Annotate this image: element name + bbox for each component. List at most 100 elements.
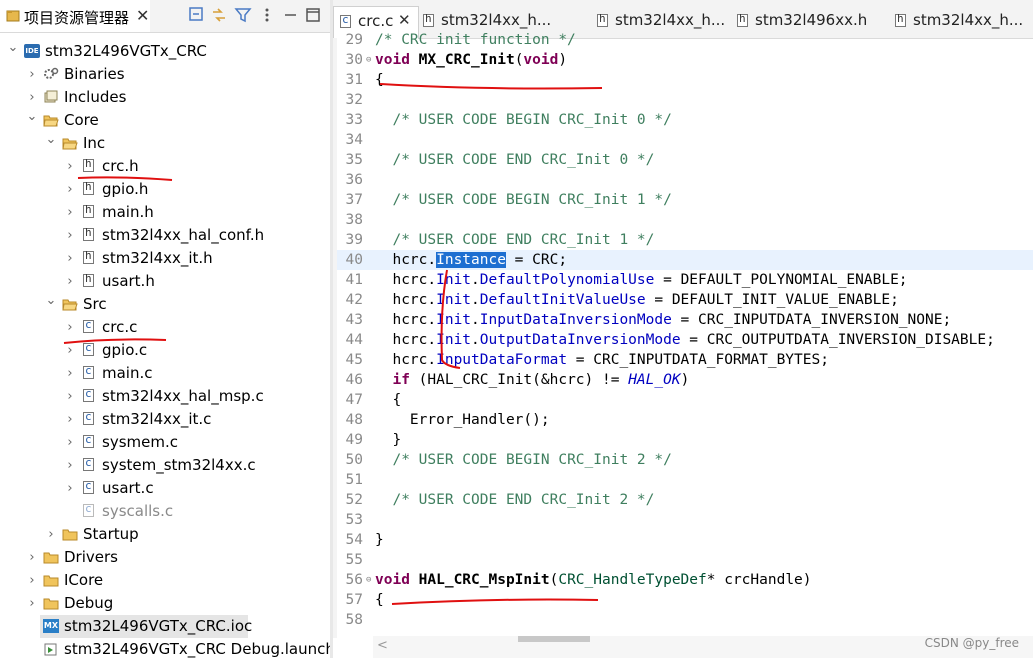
- collapse-chevron-icon[interactable]: ›: [44, 523, 58, 546]
- collapse-chevron-icon[interactable]: ›: [63, 339, 77, 362]
- code-line[interactable]: }: [375, 430, 401, 450]
- code-line[interactable]: hcrc.InputDataFormat = CRC_INPUTDATA_FOR…: [375, 350, 829, 370]
- code-line[interactable]: /* USER CODE BEGIN CRC_Init 0 */: [375, 110, 671, 130]
- tree-item[interactable]: › gpio.h: [0, 178, 330, 201]
- tree-item[interactable]: › crc.h: [0, 155, 330, 178]
- tree-item[interactable]: › sysmem.c: [0, 431, 330, 454]
- code-line[interactable]: {: [375, 70, 384, 90]
- code-token: {: [375, 392, 402, 408]
- expand-chevron-icon[interactable]: ⌄: [6, 40, 20, 63]
- expand-chevron-icon[interactable]: ⌄: [44, 132, 58, 155]
- code-line[interactable]: /* USER CODE END CRC_Init 2 */: [375, 490, 654, 510]
- editor-tab[interactable]: stm32l4xx_h...: [591, 6, 731, 38]
- collapse-chevron-icon[interactable]: ›: [63, 431, 77, 454]
- tree-item[interactable]: stm32L496VGTx_CRC Debug.launch: [0, 638, 330, 658]
- tree-item-label: stm32l4xx_it.h: [102, 249, 213, 267]
- tree-item[interactable]: › stm32l4xx_it.c: [0, 408, 330, 431]
- tree-item[interactable]: › stm32l4xx_hal_conf.h: [0, 224, 330, 247]
- collapse-chevron-icon[interactable]: ›: [63, 224, 77, 247]
- collapse-chevron-icon[interactable]: ›: [25, 86, 39, 109]
- tree-item[interactable]: › Includes: [0, 86, 330, 109]
- close-tab-icon[interactable]: ✕: [398, 11, 411, 29]
- tree-item[interactable]: › stm32l4xx_it.h: [0, 247, 330, 270]
- collapse-chevron-icon[interactable]: ›: [63, 247, 77, 270]
- code-line[interactable]: hcrc.Init.DefaultInitValueUse = DEFAULT_…: [375, 290, 898, 310]
- editor-tab[interactable]: stm32l496xx.h: [731, 6, 889, 38]
- tree-item[interactable]: ⌄ Core: [0, 109, 330, 132]
- tree-item[interactable]: › usart.h: [0, 270, 330, 293]
- tree-item[interactable]: › system_stm32l4xx.c: [0, 454, 330, 477]
- fold-toggle-icon[interactable]: ⊖: [366, 570, 371, 590]
- line-number: 57: [345, 592, 363, 608]
- minimize-icon[interactable]: [282, 6, 300, 24]
- code-line[interactable]: hcrc.Instance = CRC;: [375, 250, 567, 270]
- collapse-chevron-icon[interactable]: ›: [63, 362, 77, 385]
- editor-tab-label: crc.c: [358, 12, 394, 30]
- view-menu-icon[interactable]: [258, 6, 276, 24]
- line-number: 44: [345, 332, 363, 348]
- tree-item[interactable]: › Startup: [0, 523, 330, 546]
- tree-item[interactable]: › Drivers: [0, 546, 330, 569]
- collapse-chevron-icon[interactable]: ›: [63, 155, 77, 178]
- tree-item[interactable]: › gpio.c: [0, 339, 330, 362]
- collapse-chevron-icon[interactable]: ›: [25, 592, 39, 615]
- code-line[interactable]: Error_Handler();: [375, 410, 550, 430]
- collapse-all-icon[interactable]: [188, 6, 206, 24]
- tree-item[interactable]: ⌄ Inc: [0, 132, 330, 155]
- code-token: = CRC;: [505, 252, 568, 268]
- collapse-chevron-icon[interactable]: ›: [25, 569, 39, 592]
- code-token: MX_CRC_Init: [418, 52, 515, 68]
- collapse-chevron-icon[interactable]: ›: [63, 408, 77, 431]
- tree-item[interactable]: ⌄ IDE stm32L496VGTx_CRC: [0, 40, 330, 63]
- tree-item[interactable]: › usart.c: [0, 477, 330, 500]
- tree-item[interactable]: › Debug: [0, 592, 330, 615]
- collapse-chevron-icon[interactable]: ›: [63, 178, 77, 201]
- code-line[interactable]: {: [375, 590, 384, 610]
- code-line[interactable]: /* CRC init function */: [375, 30, 576, 50]
- scroll-left-icon[interactable]: <: [377, 638, 388, 653]
- collapse-chevron-icon[interactable]: ›: [63, 270, 77, 293]
- code-line[interactable]: /* USER CODE END CRC_Init 0 */: [375, 150, 654, 170]
- expand-chevron-icon[interactable]: ⌄: [25, 109, 39, 132]
- folder-icon: [43, 550, 59, 565]
- link-editor-icon[interactable]: [210, 6, 228, 24]
- collapse-chevron-icon[interactable]: ›: [63, 454, 77, 477]
- maximize-icon[interactable]: [304, 6, 322, 24]
- collapse-chevron-icon[interactable]: ›: [63, 201, 77, 224]
- collapse-chevron-icon[interactable]: ›: [63, 316, 77, 339]
- collapse-chevron-icon[interactable]: ›: [63, 385, 77, 408]
- code-line[interactable]: /* USER CODE BEGIN CRC_Init 2 */: [375, 450, 671, 470]
- tree-item[interactable]: › main.c: [0, 362, 330, 385]
- tree-item[interactable]: › Binaries: [0, 63, 330, 86]
- tree-item[interactable]: › ICore: [0, 569, 330, 592]
- tree-item[interactable]: ⌄ Src: [0, 293, 330, 316]
- code-line[interactable]: /* USER CODE BEGIN CRC_Init 1 */: [375, 190, 671, 210]
- tree-item[interactable]: syscalls.c: [0, 500, 330, 523]
- tree-item[interactable]: › stm32l4xx_hal_msp.c: [0, 385, 330, 408]
- code-line[interactable]: hcrc.Init.InputDataInversionMode = CRC_I…: [375, 310, 951, 330]
- tree-item[interactable]: › crc.c: [0, 316, 330, 339]
- line-number: 53: [345, 512, 363, 528]
- expand-chevron-icon[interactable]: ⌄: [44, 293, 58, 316]
- collapse-chevron-icon[interactable]: ›: [63, 477, 77, 500]
- fold-toggle-icon[interactable]: ⊖: [366, 50, 371, 70]
- code-line[interactable]: if (HAL_CRC_Init(&hcrc) != HAL_OK): [375, 370, 689, 390]
- tree-item[interactable]: › main.h: [0, 201, 330, 224]
- filter-icon[interactable]: [234, 6, 252, 24]
- code-line[interactable]: void MX_CRC_Init(void): [375, 50, 567, 70]
- code-line[interactable]: }: [375, 530, 384, 550]
- close-icon[interactable]: ✕: [136, 6, 149, 25]
- code-token: hcrc.: [375, 252, 437, 268]
- code-line[interactable]: void HAL_CRC_MspInit(CRC_HandleTypeDef* …: [375, 570, 812, 590]
- code-line[interactable]: hcrc.Init.DefaultPolynomialUse = DEFAULT…: [375, 270, 907, 290]
- code-line[interactable]: /* USER CODE END CRC_Init 1 */: [375, 230, 654, 250]
- tree-item[interactable]: MX stm32L496VGTx_CRC.ioc: [40, 615, 252, 638]
- code-line[interactable]: hcrc.Init.OutputDataInversionMode = CRC_…: [375, 330, 994, 350]
- collapse-chevron-icon[interactable]: ›: [25, 546, 39, 569]
- editor-tab[interactable]: stm32l4xx_h...: [889, 6, 1033, 38]
- c-file-icon: [81, 479, 97, 496]
- scrollbar-thumb[interactable]: [518, 636, 590, 642]
- code-line[interactable]: {: [375, 390, 401, 410]
- collapse-chevron-icon[interactable]: ›: [25, 63, 39, 86]
- explorer-tab[interactable]: 项目资源管理器 ✕: [0, 0, 150, 32]
